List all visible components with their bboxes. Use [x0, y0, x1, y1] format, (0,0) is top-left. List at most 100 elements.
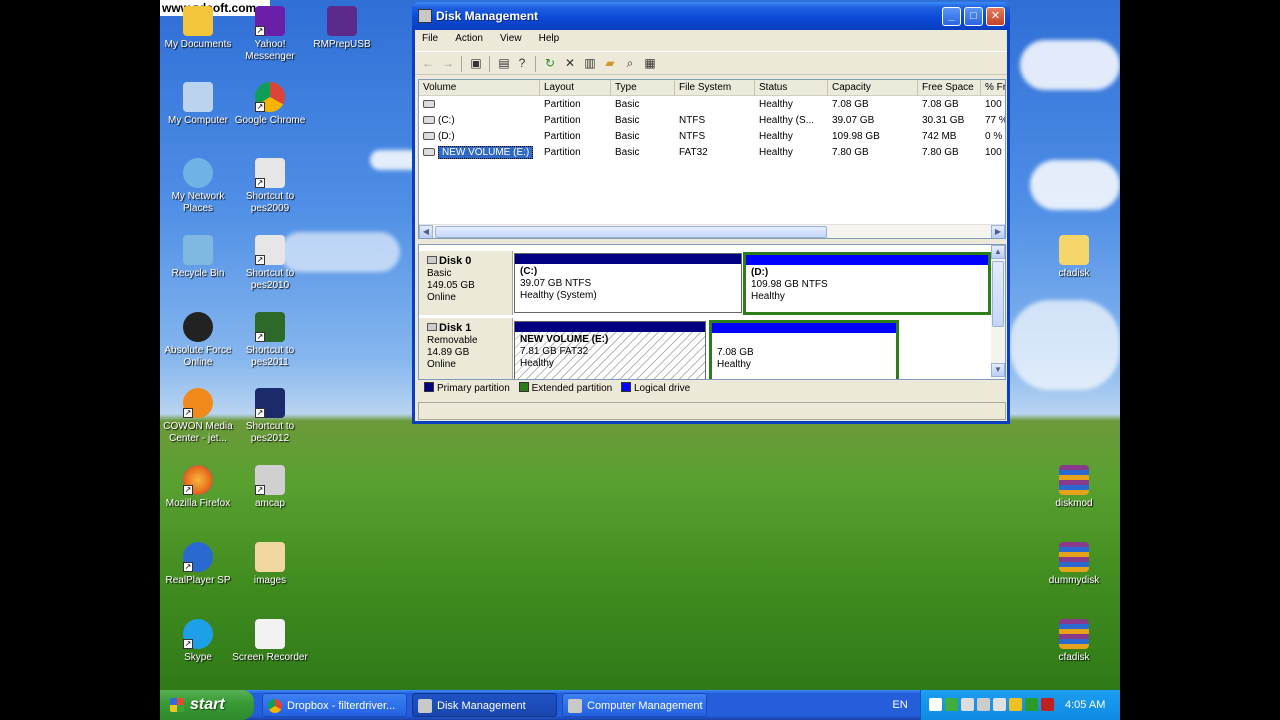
- partition-c[interactable]: (C:) 39.07 GB NTFS Healthy (System): [514, 253, 742, 313]
- clock[interactable]: 4:05 AM: [1065, 690, 1105, 720]
- partition-unnamed[interactable]: 7.08 GB Healthy: [709, 320, 899, 379]
- column-status[interactable]: Status: [755, 80, 828, 96]
- properties-icon[interactable]: ▤: [497, 56, 511, 70]
- tray-icon[interactable]: [929, 698, 942, 711]
- horizontal-scrollbar[interactable]: ◀ ▶: [419, 224, 1005, 238]
- refresh-icon[interactable]: ↻: [543, 56, 557, 70]
- desktop-icon-pes2011[interactable]: ↗ Shortcut to pes2011: [232, 312, 308, 369]
- afo-icon: [183, 312, 213, 342]
- settings-icon[interactable]: ▦: [643, 56, 657, 70]
- volume-cell: (C:): [419, 113, 540, 129]
- desktop-icon-my-computer[interactable]: My Computer: [160, 82, 236, 127]
- desktop-icon-pes2012[interactable]: ↗ Shortcut to pes2012: [232, 388, 308, 445]
- column-type[interactable]: Type: [611, 80, 675, 96]
- taskbar-item-computer-management[interactable]: Computer Management: [562, 693, 707, 717]
- show-hide-tree-icon[interactable]: ▣: [469, 56, 483, 70]
- back-arrow-icon[interactable]: ←: [421, 56, 435, 70]
- close-button[interactable]: ✕: [986, 7, 1005, 26]
- disk-management-window[interactable]: Disk Management _ □ ✕ File Action View H…: [412, 2, 1010, 424]
- desktop-icon-pes2010[interactable]: ↗ Shortcut to pes2010: [232, 235, 308, 292]
- open-icon[interactable]: ▰: [603, 56, 617, 70]
- desktop-icon-diskmod[interactable]: diskmod: [1036, 465, 1112, 510]
- table-row[interactable]: (D:) Partition Basic NTFS Healthy 109.98…: [419, 129, 1005, 145]
- column-layout[interactable]: Layout: [540, 80, 611, 96]
- menu-view[interactable]: View: [493, 30, 529, 44]
- menu-action[interactable]: Action: [448, 30, 490, 44]
- vertical-scrollbar[interactable]: ▲ ▼: [991, 245, 1005, 379]
- new-icon[interactable]: ▥: [583, 56, 597, 70]
- start-button[interactable]: start: [160, 690, 254, 720]
- desktop-icon-my-documents[interactable]: My Documents: [160, 6, 236, 51]
- free-space-cell: 742 MB: [922, 131, 957, 142]
- windows-logo-icon: [170, 698, 184, 712]
- column-capacity[interactable]: Capacity: [828, 80, 918, 96]
- title-bar[interactable]: Disk Management _ □ ✕: [412, 2, 1010, 30]
- tray-icon[interactable]: [977, 698, 990, 711]
- maximize-button[interactable]: □: [964, 7, 983, 26]
- desktop-icon-amcap[interactable]: ↗ amcap: [232, 465, 308, 510]
- partition-status: Healthy: [751, 291, 785, 302]
- column-free-space[interactable]: Free Space: [918, 80, 981, 96]
- table-row-selected[interactable]: NEW VOLUME (E:) Partition Basic FAT32 He…: [419, 145, 1005, 161]
- desktop-icon-google-chrome[interactable]: ↗ Google Chrome: [232, 82, 308, 127]
- column-file-system[interactable]: File System: [675, 80, 755, 96]
- help-icon[interactable]: ?: [515, 56, 529, 70]
- folder-icon: [1059, 235, 1089, 265]
- type-cell: Basic: [615, 99, 640, 110]
- capacity-cell: 7.08 GB: [832, 99, 869, 110]
- desktop-icon-cowon-media-center[interactable]: ↗ COWON Media Center - jet...: [160, 388, 236, 445]
- desktop-icon-recycle-bin[interactable]: Recycle Bin: [160, 235, 236, 280]
- desktop-icon-realplayer[interactable]: ↗ RealPlayer SP: [160, 542, 236, 587]
- primary-partition-swatch: [424, 382, 434, 392]
- forward-arrow-icon[interactable]: →: [441, 56, 455, 70]
- language-indicator[interactable]: EN: [880, 690, 920, 720]
- partition-d[interactable]: (D:) 109.98 GB NTFS Healthy: [743, 252, 991, 315]
- rmprepusb-icon: [327, 6, 357, 36]
- desktop-icon-mozilla-firefox[interactable]: ↗ Mozilla Firefox: [160, 465, 236, 510]
- desktop-icon-cfadisk-archive[interactable]: cfadisk: [1036, 619, 1112, 664]
- menu-help[interactable]: Help: [532, 30, 567, 44]
- taskbar-item-dropbox[interactable]: Dropbox - filterdriver...: [262, 693, 407, 717]
- toolbar-separator: [535, 56, 536, 72]
- search-icon[interactable]: ⌕: [623, 56, 637, 70]
- tray-icon[interactable]: [1041, 698, 1054, 711]
- desktop[interactable]: www.zdsoft.com My Documents ↗ Yahoo! Mes…: [160, 0, 1120, 690]
- tray-icon[interactable]: [1025, 698, 1038, 711]
- column-percent-free[interactable]: % Fr: [981, 80, 1005, 96]
- desktop-icon-absolute-force-online[interactable]: Absolute Force Online: [160, 312, 236, 369]
- desktop-icon-cfadisk-folder[interactable]: cfadisk: [1036, 235, 1112, 280]
- desktop-icon-rmprepusb[interactable]: RMPrepUSB: [304, 6, 380, 51]
- scroll-down-icon[interactable]: ▼: [991, 363, 1005, 377]
- disk-1-label[interactable]: Disk 1 Removable 14.89 GB Online: [419, 318, 513, 379]
- icon-label: My Documents: [164, 39, 232, 50]
- scroll-thumb[interactable]: [435, 226, 827, 238]
- scroll-right-icon[interactable]: ▶: [991, 225, 1005, 238]
- scroll-up-icon[interactable]: ▲: [991, 245, 1005, 259]
- tray-icon[interactable]: [993, 698, 1006, 711]
- desktop-icon-pes2009[interactable]: ↗ Shortcut to pes2009: [232, 158, 308, 215]
- table-row[interactable]: Partition Basic Healthy 7.08 GB 7.08 GB …: [419, 97, 1005, 113]
- delete-icon[interactable]: ✕: [563, 56, 577, 70]
- icon-label: Yahoo! Messenger: [245, 39, 295, 62]
- tray-icon[interactable]: [961, 698, 974, 711]
- column-volume[interactable]: Volume: [419, 80, 540, 96]
- scroll-thumb[interactable]: [992, 261, 1004, 327]
- partition-e[interactable]: NEW VOLUME (E:) 7.81 GB FAT32 Healthy: [514, 321, 706, 379]
- tray-icon[interactable]: [945, 698, 958, 711]
- table-row[interactable]: (C:) Partition Basic NTFS Healthy (S... …: [419, 113, 1005, 129]
- disk-0-label[interactable]: Disk 0 Basic 149.05 GB Online: [419, 251, 513, 315]
- desktop-icon-yahoo-messenger[interactable]: ↗ Yahoo! Messenger: [232, 6, 308, 63]
- desktop-icon-skype[interactable]: ↗ Skype: [160, 619, 236, 664]
- menu-file[interactable]: File: [415, 30, 445, 44]
- taskbar-item-disk-management[interactable]: Disk Management: [412, 693, 557, 717]
- icon-label: images: [253, 575, 287, 586]
- desktop-icon-screen-recorder[interactable]: Screen Recorder: [232, 619, 308, 664]
- minimize-button[interactable]: _: [942, 7, 961, 26]
- desktop-icon-images[interactable]: images: [232, 542, 308, 587]
- scroll-left-icon[interactable]: ◀: [419, 225, 433, 238]
- desktop-icon-my-network-places[interactable]: My Network Places: [160, 158, 236, 215]
- tray-icon[interactable]: [1009, 698, 1022, 711]
- menu-bar: File Action View Help: [415, 30, 1007, 50]
- desktop-icon-dummydisk[interactable]: dummydisk: [1036, 542, 1112, 587]
- drive-icon: [423, 100, 435, 108]
